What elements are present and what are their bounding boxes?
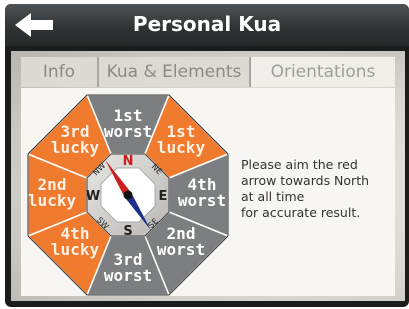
dir-e: E: [159, 189, 168, 204]
dir-w: W: [86, 189, 100, 204]
instruction-line: for accurate result.: [241, 205, 361, 220]
bagua-compass: 1st worst 1st lucky 4th worst 2nd worst 3rd w…: [26, 93, 230, 297]
tab-kua-elements[interactable]: Kua & Elements: [99, 57, 251, 87]
aim-instruction: Please aim the red arrow towards North a…: [241, 157, 401, 221]
dir-s: S: [123, 224, 132, 239]
tab-info[interactable]: Info: [21, 57, 99, 87]
title-bar: Personal Kua: [5, 4, 409, 46]
instruction-line: Please aim the red: [241, 157, 358, 172]
instruction-line: at all time: [241, 189, 305, 204]
dir-n: N: [123, 154, 134, 169]
arrow-left-icon: [15, 13, 53, 37]
back-button[interactable]: [13, 10, 61, 40]
tab-bar: Info Kua & Elements Orientations: [21, 57, 395, 87]
tab-orientations[interactable]: Orientations: [251, 57, 395, 87]
instruction-line: arrow towards North: [241, 173, 370, 188]
page-title: Personal Kua: [132, 12, 282, 36]
